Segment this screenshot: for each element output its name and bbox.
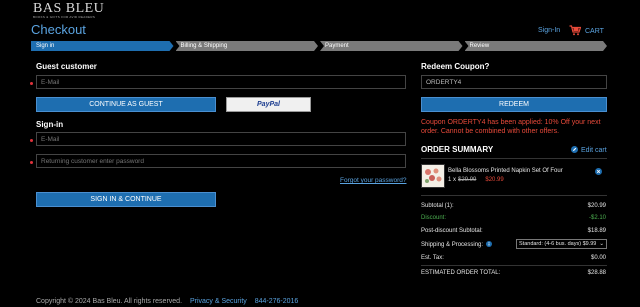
required-marker: [30, 82, 33, 85]
cart-label: CART: [585, 28, 604, 35]
footer: Copyright © 2024 Bas Bleu. All rights re…: [36, 298, 298, 305]
coupon-section-title: Redeem Coupon?: [421, 62, 490, 71]
product-thumbnail[interactable]: [421, 164, 445, 188]
summary-divider: [421, 195, 607, 196]
brand-logo[interactable]: BAS BLEU BOOKS & GIFTS FOR AVID READERS: [33, 2, 113, 20]
coupon-applied-message: Coupon ORDERTY4 has been applied: 10% Of…: [421, 119, 601, 135]
discount-value: -$2.10: [588, 215, 606, 221]
product-old-price: $29.99: [458, 177, 477, 183]
step-billing-shipping[interactable]: Billing & Shipping: [176, 41, 319, 51]
shipping-label-wrap: Shipping & Processing:: [421, 241, 493, 249]
remove-item-icon[interactable]: [595, 168, 602, 177]
info-icon[interactable]: [486, 241, 493, 249]
required-marker: [30, 161, 33, 164]
shipping-method-select[interactable]: Standard: (4-6 bus. days) $9.99 ⌄: [516, 239, 607, 249]
guest-email-input[interactable]: [36, 75, 406, 89]
continue-as-guest-button[interactable]: CONTINUE AS GUEST: [36, 97, 216, 112]
edit-pencil-icon: [571, 146, 578, 155]
subtotal-value: $20.99: [587, 203, 606, 209]
redeem-button[interactable]: REDEEM: [421, 97, 607, 112]
cart-icon: [569, 25, 582, 38]
post-discount-label: Post-discount Subtotal:: [421, 228, 483, 234]
product-qty: 1 x: [448, 177, 457, 183]
signin-email-input[interactable]: [36, 132, 406, 146]
product-price-line: 1 x $29.99 $20.99: [448, 177, 504, 183]
step-sign-in[interactable]: Sign in: [31, 41, 174, 51]
paypal-logo: PayPal: [257, 101, 280, 108]
signin-continue-button[interactable]: SIGN IN & CONTINUE: [36, 192, 216, 207]
cart-link[interactable]: CART: [569, 25, 604, 38]
product-name[interactable]: Bella Blossoms Printed Napkin Set Of Fou…: [448, 168, 563, 174]
chevron-down-icon: ⌄: [599, 241, 604, 247]
paypal-button[interactable]: PayPal: [226, 97, 311, 112]
forgot-password-link[interactable]: Forgot your password?: [340, 177, 406, 184]
total-value: $28.88: [587, 270, 606, 276]
header-signin-link[interactable]: Sign-In: [538, 27, 560, 34]
signin-section-title: Sign-in: [36, 120, 64, 129]
privacy-link[interactable]: Privacy & Security: [190, 298, 247, 305]
summary-divider: [421, 265, 607, 266]
page-title: Checkout: [31, 22, 86, 37]
product-price: $20.99: [485, 177, 504, 183]
tax-label: Est. Tax:: [421, 255, 444, 261]
edit-cart-label: Edit cart: [581, 147, 607, 154]
phone-link[interactable]: 844-276-2016: [255, 298, 299, 305]
subtotal-label: Subtotal (1):: [421, 203, 454, 209]
edit-cart-link[interactable]: Edit cart: [571, 146, 607, 155]
discount-label: Discount:: [421, 215, 447, 221]
order-summary-title: ORDER SUMMARY: [421, 145, 494, 154]
post-discount-value: $18.89: [587, 228, 606, 234]
summary-divider: [421, 158, 607, 159]
total-label: ESTIMATED ORDER TOTAL:: [421, 270, 501, 276]
checkout-steps: Sign in Billing & Shipping Payment Revie…: [31, 41, 609, 51]
brand-name: BAS BLEU: [33, 1, 105, 16]
coupon-input[interactable]: [421, 75, 607, 89]
signin-password-input[interactable]: [36, 154, 406, 168]
guest-section-title: Guest customer: [36, 62, 97, 71]
shipping-method-value: Standard: (4-6 bus. days) $9.99: [519, 241, 597, 247]
required-marker: [30, 139, 33, 142]
step-payment[interactable]: Payment: [320, 41, 463, 51]
step-review[interactable]: Review: [465, 41, 608, 51]
copyright: Copyright © 2024 Bas Bleu. All rights re…: [36, 298, 183, 305]
tax-value: $0.00: [590, 255, 606, 261]
shipping-label: Shipping & Processing:: [421, 242, 484, 248]
